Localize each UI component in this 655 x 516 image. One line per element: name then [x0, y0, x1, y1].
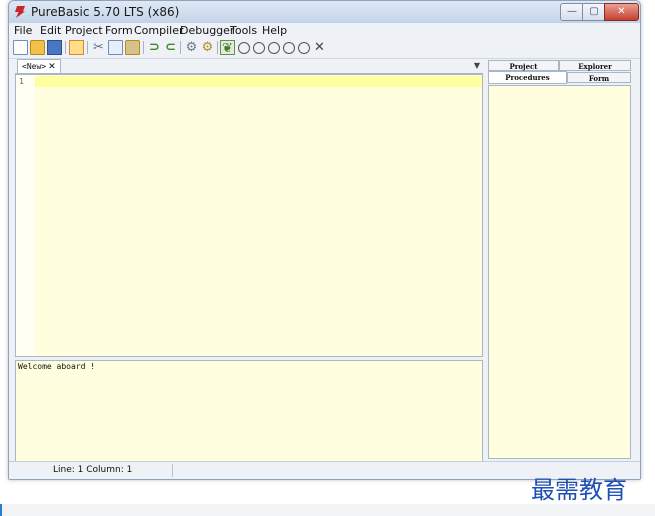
tab-label: <New> — [22, 62, 47, 71]
tab-new-file[interactable]: <New> ✕ — [17, 59, 61, 73]
paste-icon[interactable] — [125, 40, 140, 55]
current-line-highlight — [35, 76, 482, 87]
step-out-icon[interactable] — [298, 42, 310, 54]
bottom-accent — [0, 504, 2, 516]
compile-run-icon[interactable]: ⚙ — [184, 40, 199, 55]
code-editor[interactable]: 1 — [15, 74, 483, 357]
minimize-button[interactable]: — — [560, 3, 584, 21]
output-log[interactable]: Welcome aboard ! — [15, 360, 483, 463]
window-title: PureBasic 5.70 LTS (x86) — [31, 5, 180, 19]
menu-file[interactable]: File — [14, 24, 32, 37]
bottom-strip — [0, 504, 655, 516]
menu-project[interactable]: Project — [65, 24, 103, 37]
continue-icon[interactable] — [253, 42, 265, 54]
line-number-gutter: 1 — [16, 75, 35, 356]
procedures-list[interactable] — [488, 85, 631, 459]
purebasic-logo-icon — [15, 6, 25, 18]
app-window: PureBasic 5.70 LTS (x86) — ▢ ✕ File Edit… — [8, 0, 641, 480]
menu-tools[interactable]: Tools — [230, 24, 257, 37]
line-number: 1 — [19, 77, 24, 86]
pause-icon[interactable] — [238, 42, 250, 54]
cursor-position: Line: 1 Column: 1 — [53, 465, 133, 475]
debugger-icon[interactable]: ❦ — [220, 40, 235, 56]
cut-icon[interactable]: ✂ — [91, 40, 106, 55]
redo-icon[interactable]: ⊂ — [163, 40, 178, 55]
file-tab-strip: <New> ✕ ▼ — [15, 59, 483, 74]
menu-edit[interactable]: Edit — [40, 24, 61, 37]
close-file-icon[interactable] — [69, 40, 84, 55]
title-bar[interactable]: PureBasic 5.70 LTS (x86) — ▢ ✕ — [9, 1, 640, 24]
copy-icon[interactable] — [108, 40, 123, 55]
status-divider — [172, 464, 173, 477]
toolbar-separator — [143, 41, 144, 54]
step-icon[interactable] — [268, 42, 280, 54]
new-file-icon[interactable] — [13, 40, 28, 55]
menu-debugger[interactable]: Debugger — [180, 24, 234, 37]
chevron-down-icon[interactable]: ▼ — [474, 61, 480, 70]
open-file-icon[interactable] — [30, 40, 45, 55]
toolbar-separator — [65, 41, 66, 54]
undo-icon[interactable]: ⊃ — [147, 40, 162, 55]
editor-area: <New> ✕ ▼ 1 Welcome aboard ! — [15, 59, 483, 471]
toolbar: ✂ ⊃ ⊂ ⚙ ⚙ ❦ ✕ — [9, 38, 640, 59]
kill-program-icon[interactable]: ✕ — [312, 40, 327, 55]
tab-explorer[interactable]: Explorer — [559, 60, 631, 71]
close-window-button[interactable]: ✕ — [604, 3, 639, 21]
tab-close-icon[interactable]: ✕ — [48, 62, 56, 72]
watermark-text: 最需教育 — [531, 476, 627, 504]
tab-form[interactable]: Form — [567, 72, 631, 83]
output-message: Welcome aboard ! — [18, 362, 96, 371]
tab-procedures[interactable]: Procedures — [488, 71, 567, 84]
tab-project[interactable]: Project — [488, 60, 559, 71]
maximize-button[interactable]: ▢ — [582, 3, 606, 21]
tool-panel: Project Explorer Procedures Form — [486, 59, 633, 461]
menu-compiler[interactable]: Compiler — [134, 24, 184, 37]
toolbar-separator — [180, 41, 181, 54]
debug-settings-icon[interactable]: ⚙ — [200, 40, 215, 55]
toolbar-separator — [217, 41, 218, 54]
toolbar-separator — [87, 41, 88, 54]
step-over-icon[interactable] — [283, 42, 295, 54]
menu-help[interactable]: Help — [262, 24, 287, 37]
menu-form[interactable]: Form — [105, 24, 133, 37]
menu-bar: File Edit Project Form Compiler Debugger… — [9, 23, 640, 38]
save-icon[interactable] — [47, 40, 62, 55]
